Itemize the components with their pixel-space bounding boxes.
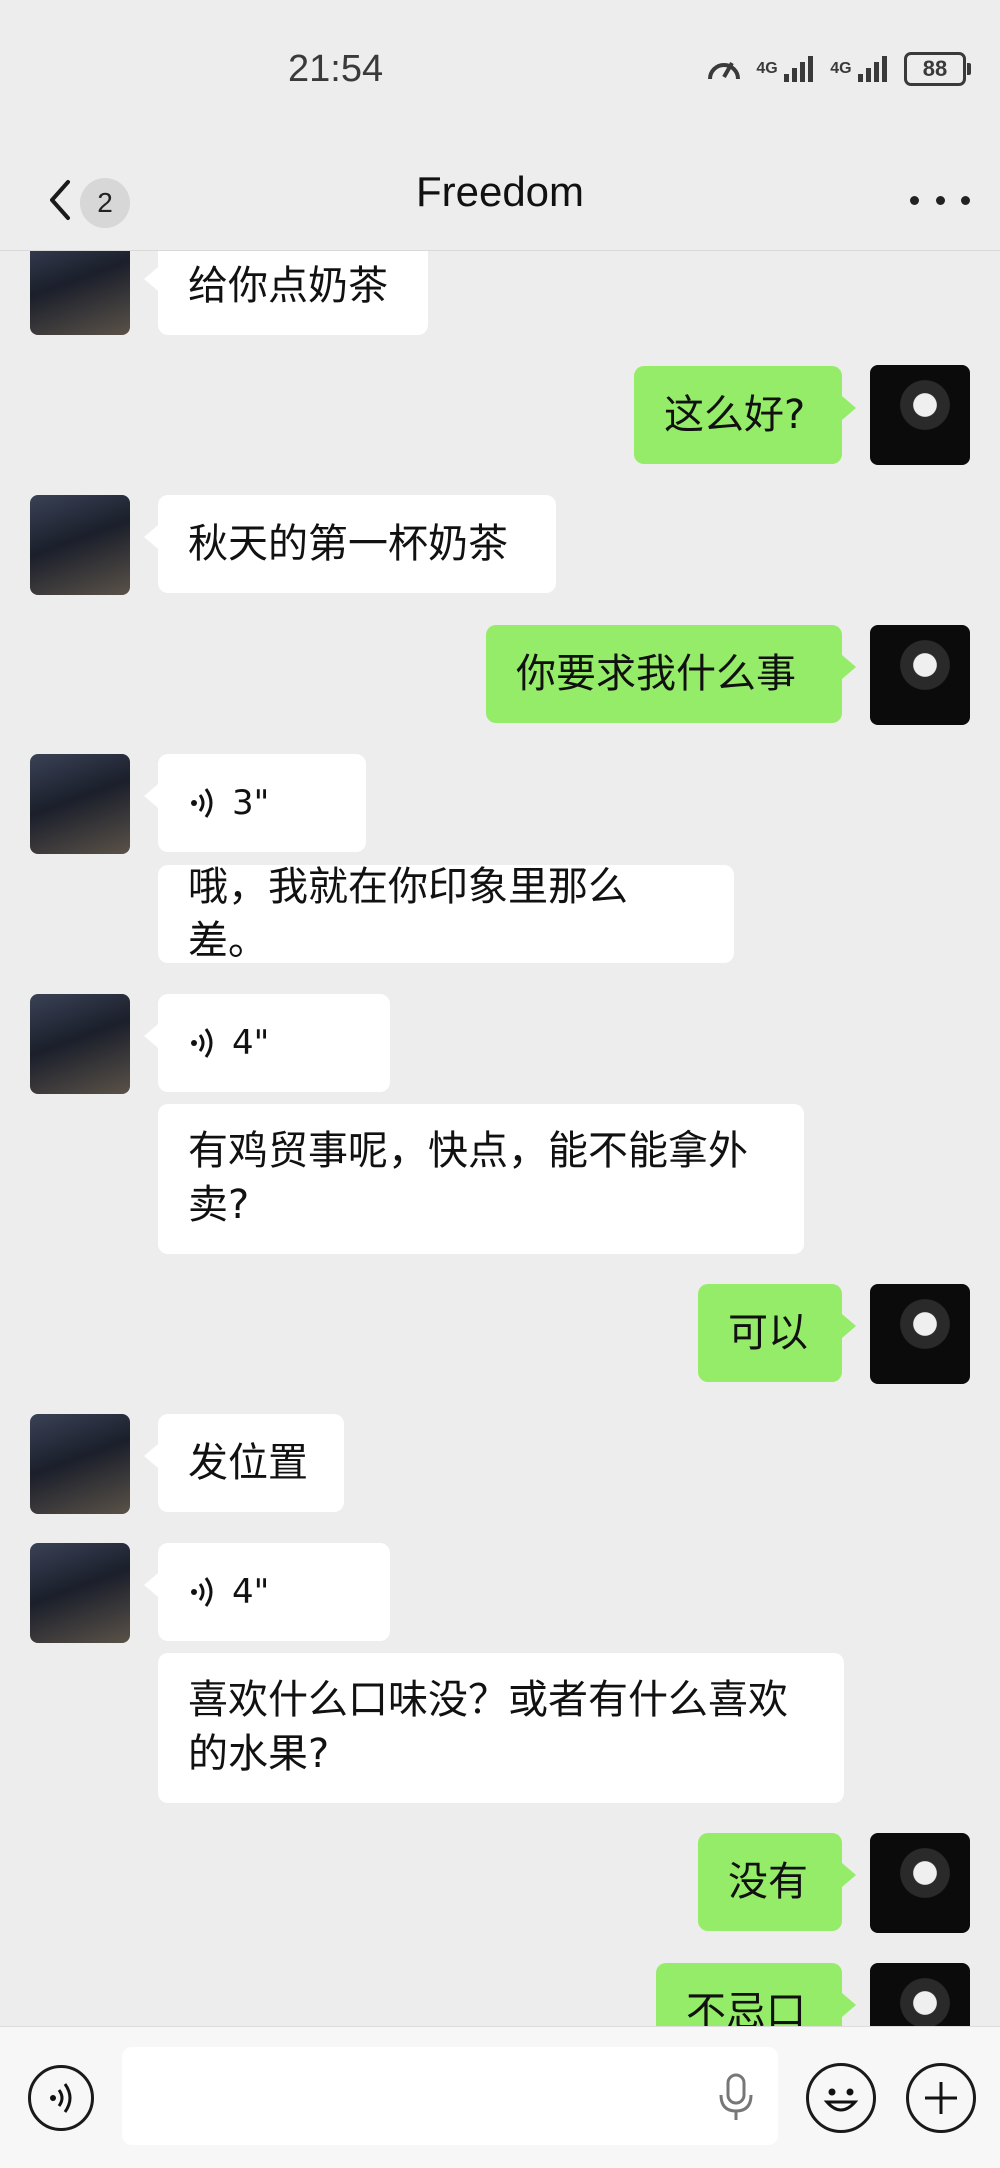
voice-wave-icon: [191, 1028, 213, 1058]
emoji-icon[interactable]: [806, 2063, 876, 2133]
message-bubble-received[interactable]: 发位置: [144, 1414, 344, 1512]
network-label-2: 4G: [830, 60, 852, 78]
voice-message-bubble[interactable]: 3": [144, 754, 366, 852]
status-icons: 4G 4G 88: [706, 52, 971, 86]
voice-message-bubble[interactable]: 4": [144, 1543, 390, 1641]
contact-avatar[interactable]: [30, 754, 130, 854]
message-input[interactable]: [122, 2047, 778, 2145]
voice-wave-icon: [191, 788, 213, 818]
my-avatar[interactable]: [870, 625, 970, 725]
voice-duration: 3": [232, 783, 270, 823]
message-bubble-received[interactable]: 哦，我就在你印象里那么差。: [158, 864, 734, 964]
contact-avatar[interactable]: [30, 994, 130, 1094]
chat-messages[interactable]: 给你点奶茶 这么好? 秋天的第一杯奶茶 你要求我什么事 3" 哦，我就在你印象里…: [0, 251, 1000, 2026]
my-avatar[interactable]: [870, 1284, 970, 1384]
message-bubble-received[interactable]: 给你点奶茶: [144, 251, 428, 335]
message-bubble-sent[interactable]: 可以: [698, 1284, 856, 1382]
plus-icon[interactable]: [906, 2063, 976, 2133]
contact-avatar[interactable]: [30, 251, 130, 335]
contact-avatar[interactable]: [30, 1543, 130, 1643]
message-bubble-sent[interactable]: 没有: [698, 1833, 856, 1931]
voice-message-bubble[interactable]: 4": [144, 994, 390, 1092]
microphone-icon[interactable]: [716, 2073, 756, 2123]
my-avatar[interactable]: [870, 1963, 970, 2026]
message-bubble-received[interactable]: 秋天的第一杯奶茶: [144, 495, 556, 593]
network-label-1: 4G: [756, 60, 778, 78]
voice-duration: 4": [232, 1572, 270, 1612]
voice-mode-icon[interactable]: [28, 2065, 94, 2131]
message-bubble-received[interactable]: 有鸡贸事呢，快点，能不能拿外卖?: [158, 1104, 804, 1254]
message-bubble-sent[interactable]: 不忌口: [656, 1963, 856, 2026]
my-avatar[interactable]: [870, 1833, 970, 1933]
more-dots-icon[interactable]: [910, 178, 970, 222]
speed-meter-icon: [708, 62, 741, 80]
chat-header: 2 Freedom: [0, 150, 1000, 251]
status-time: 21:54: [288, 48, 384, 90]
contact-avatar[interactable]: [30, 1414, 130, 1514]
network-indicator-1: 4G: [756, 54, 816, 84]
contact-avatar[interactable]: [30, 495, 130, 595]
chat-title: Freedom: [415, 168, 585, 215]
signal-icon: [784, 56, 814, 82]
battery-indicator: 88: [904, 52, 971, 86]
signal-icon: [858, 56, 887, 82]
voice-duration: 4": [232, 1023, 270, 1063]
status-bar: 21:54 4G 4G 88: [0, 0, 1000, 150]
message-bubble-sent[interactable]: 这么好?: [634, 366, 856, 464]
network-indicator-2: 4G: [830, 54, 890, 84]
my-avatar[interactable]: [870, 365, 970, 465]
input-bar: [0, 2026, 1000, 2168]
message-bubble-received[interactable]: 喜欢什么口味没？或者有什么喜欢的水果?: [158, 1653, 844, 1803]
voice-wave-icon: [191, 1577, 213, 1607]
message-bubble-sent[interactable]: 你要求我什么事: [486, 625, 856, 723]
